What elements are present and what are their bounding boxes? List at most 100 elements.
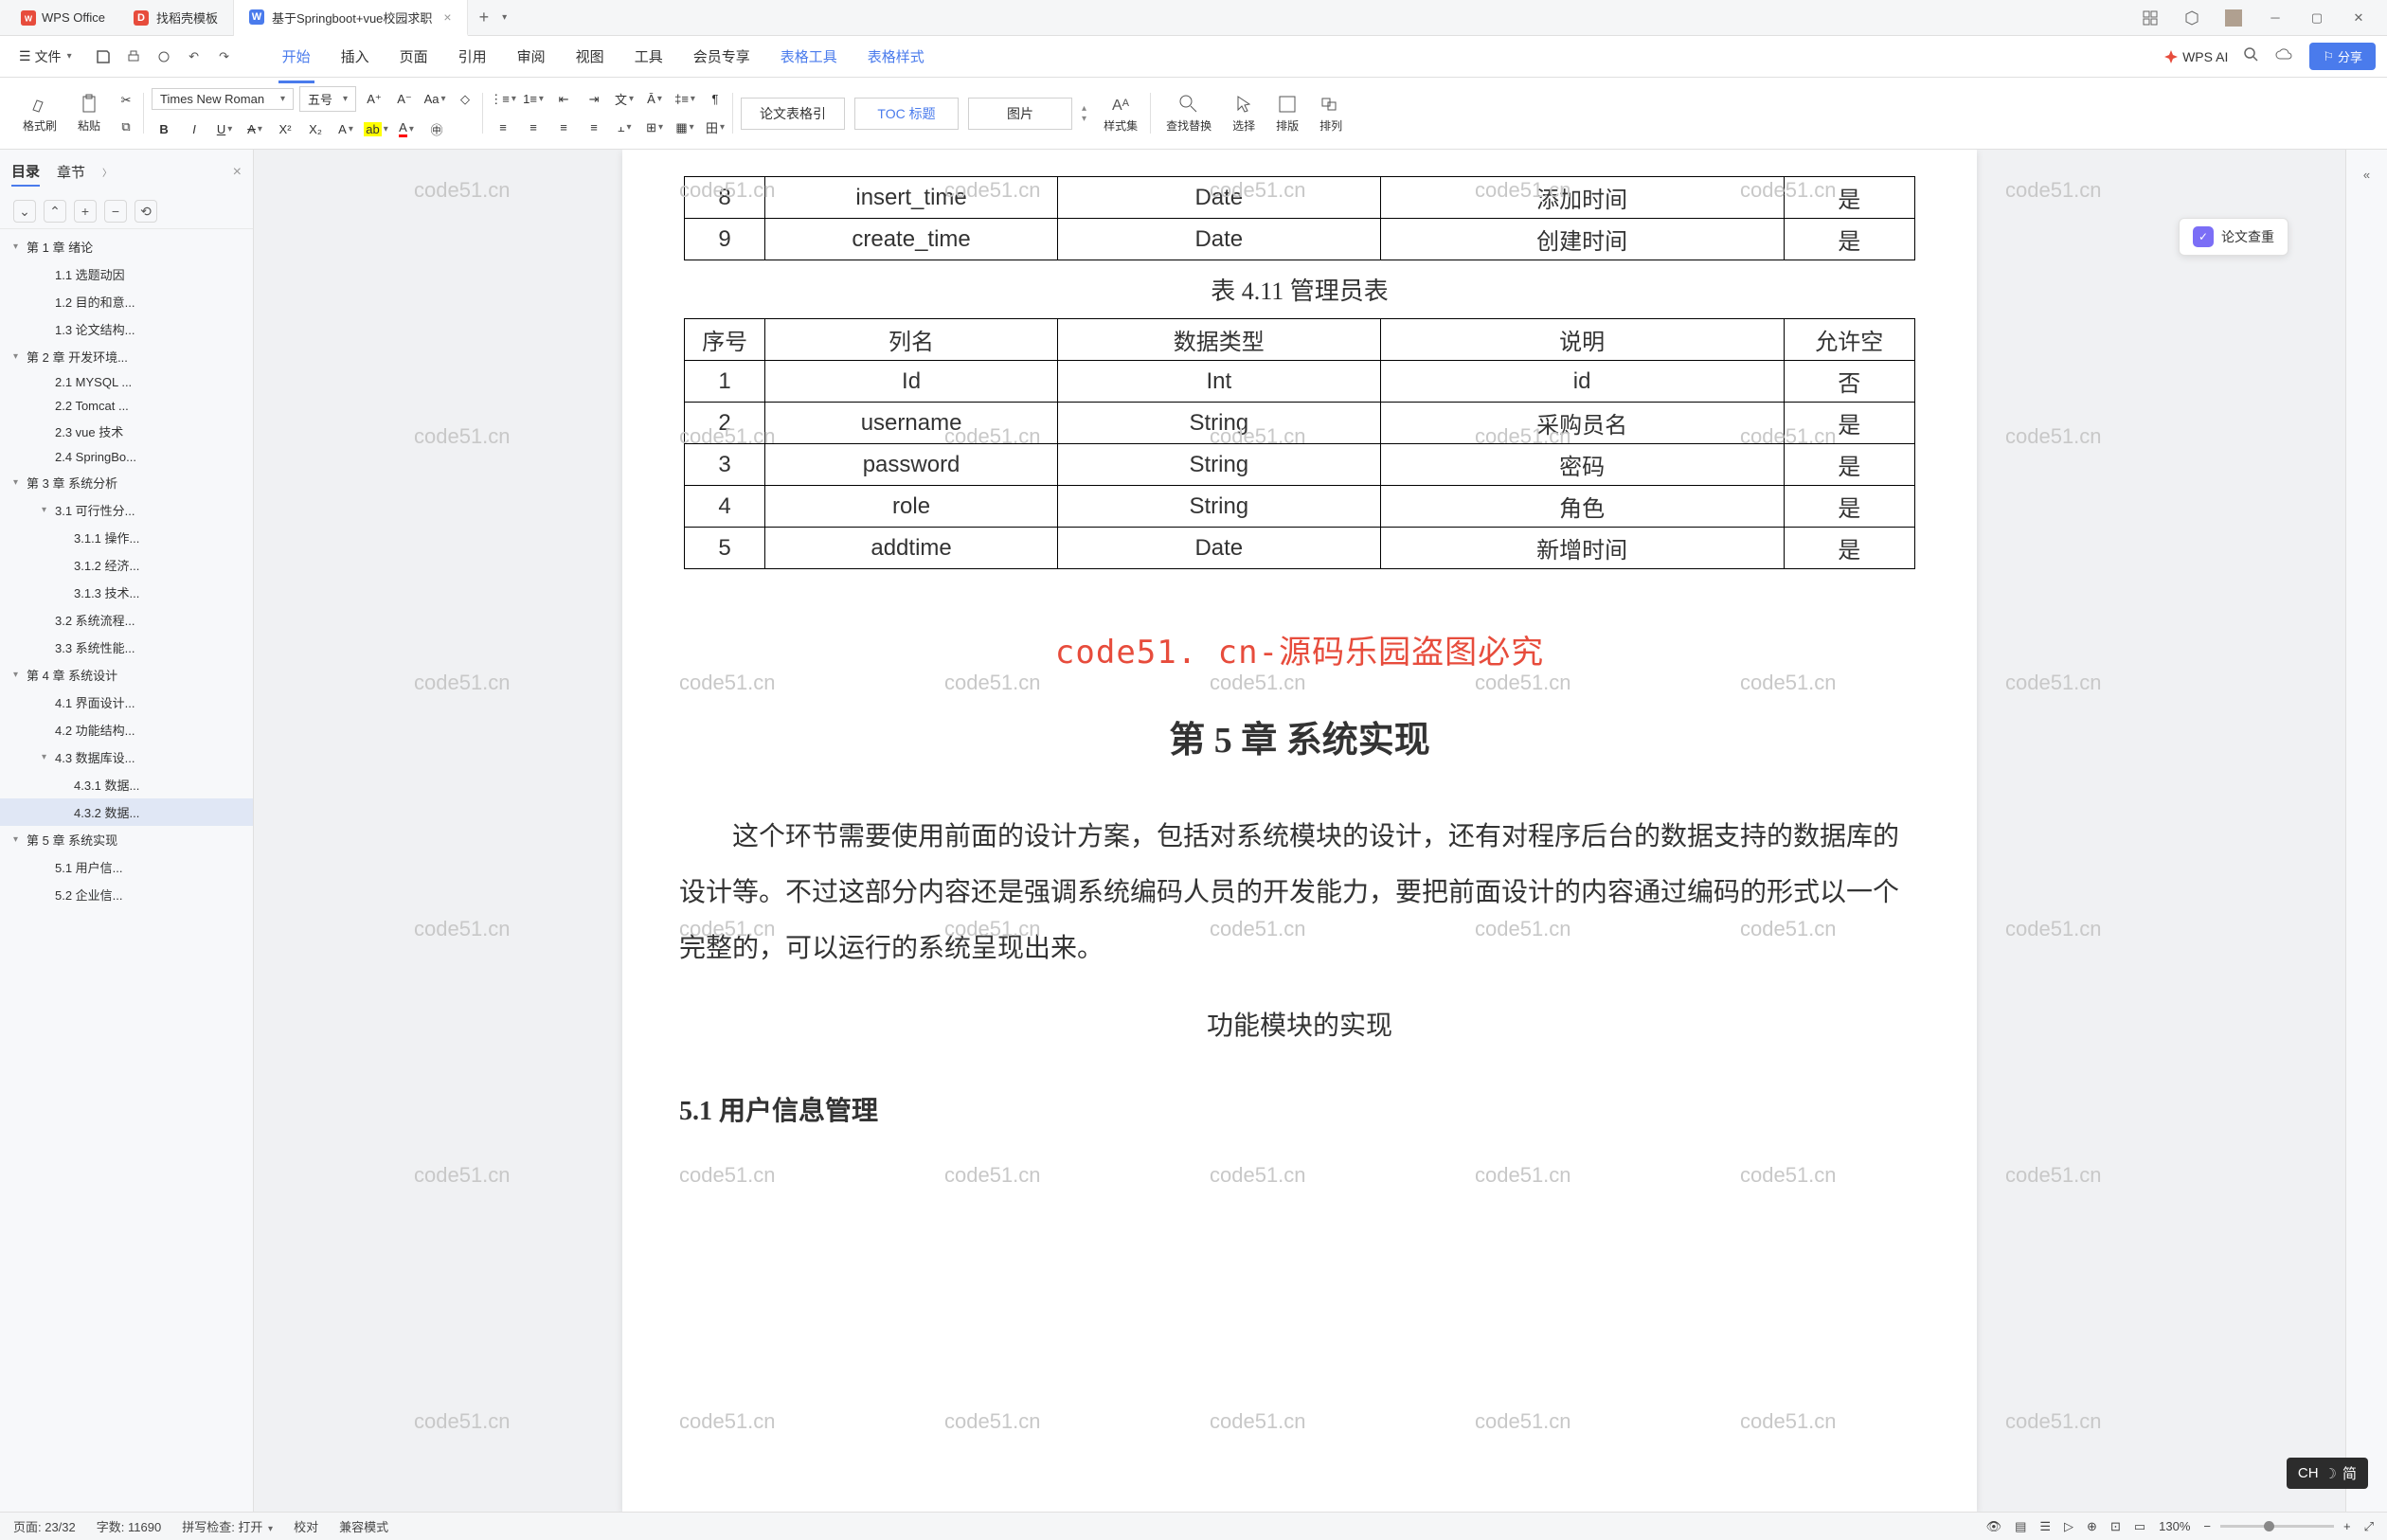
- view-outline-icon[interactable]: ☰: [2039, 1519, 2051, 1534]
- close-window-icon[interactable]: ✕: [2347, 7, 2370, 29]
- cube-icon[interactable]: [2181, 7, 2203, 29]
- ime-indicator[interactable]: CH ☽ 简: [2287, 1458, 2368, 1489]
- borders-icon[interactable]: 田▾: [703, 116, 727, 139]
- paste-button[interactable]: 粘贴: [70, 89, 108, 137]
- sort-icon[interactable]: Ā▾: [642, 88, 667, 111]
- toc-item[interactable]: ▾第 3 章 系统分析: [0, 469, 253, 496]
- font-size-select[interactable]: 五号▾: [299, 86, 356, 112]
- copy-icon[interactable]: ⧉: [114, 116, 138, 138]
- cut-icon[interactable]: ✂: [114, 89, 138, 112]
- toc-item[interactable]: 2.3 vue 技术: [0, 418, 253, 445]
- numbering-icon[interactable]: 1≡▾: [521, 88, 546, 111]
- print-icon[interactable]: [123, 46, 144, 67]
- zoom-value[interactable]: 130%: [2159, 1519, 2190, 1533]
- app-logo[interactable]: W WPS Office: [8, 10, 118, 26]
- toc-item[interactable]: 2.1 MYSQL ...: [0, 370, 253, 394]
- align-center-icon[interactable]: ≡: [521, 116, 546, 139]
- sync-icon[interactable]: ⟲: [135, 200, 157, 223]
- sidebar-tab-toc[interactable]: 目录: [11, 157, 40, 187]
- toc-item[interactable]: 2.2 Tomcat ...: [0, 394, 253, 418]
- menu-member[interactable]: 会员专享: [678, 39, 765, 74]
- view-print-icon[interactable]: ⊡: [2110, 1519, 2121, 1534]
- tab-more-icon[interactable]: ▾: [502, 12, 507, 23]
- style-toc-heading[interactable]: TOC 标题: [854, 98, 959, 130]
- increase-font-icon[interactable]: A⁺: [362, 88, 386, 111]
- style-down-icon[interactable]: ▾: [1082, 114, 1086, 124]
- slider-thumb[interactable]: [2264, 1521, 2274, 1531]
- eye-icon[interactable]: 👁: [1986, 1519, 2002, 1534]
- menu-review[interactable]: 审阅: [502, 39, 561, 74]
- align-justify-icon[interactable]: ≡: [582, 116, 606, 139]
- zoom-out-icon[interactable]: −: [2203, 1519, 2211, 1533]
- toc-item[interactable]: 1.2 目的和意...: [0, 288, 253, 315]
- status-page[interactable]: 页面: 23/32: [13, 1517, 76, 1535]
- file-menu[interactable]: ☰ 文件 ▾: [11, 44, 80, 70]
- rail-collapse-icon[interactable]: «: [2354, 161, 2380, 188]
- sidebar-close-icon[interactable]: ×: [233, 164, 242, 181]
- text-direction-icon[interactable]: 文▾: [612, 88, 637, 111]
- highlight-icon[interactable]: ab▾: [364, 117, 388, 140]
- close-icon[interactable]: ×: [443, 9, 451, 25]
- sidebar-tab-chapter[interactable]: 章节: [57, 158, 85, 186]
- text-effects-icon[interactable]: A▾: [333, 117, 358, 140]
- menu-tools[interactable]: 工具: [619, 39, 678, 74]
- show-marks-icon[interactable]: ¶: [703, 88, 727, 111]
- wps-ai-button[interactable]: WPS AI: [2163, 49, 2228, 64]
- add-icon[interactable]: +: [74, 200, 97, 223]
- toc-item[interactable]: 3.1.2 经济...: [0, 551, 253, 579]
- decrease-font-icon[interactable]: A⁻: [392, 88, 417, 111]
- apps-icon[interactable]: [2139, 7, 2162, 29]
- toc-item[interactable]: 4.3.1 数据...: [0, 771, 253, 798]
- toc-item[interactable]: ▾第 4 章 系统设计: [0, 661, 253, 689]
- toc-item[interactable]: 4.1 界面设计...: [0, 689, 253, 716]
- distribute-icon[interactable]: ⫠▾: [612, 116, 637, 139]
- find-replace-button[interactable]: 查找替换: [1158, 89, 1219, 137]
- toc-item[interactable]: ▾第 2 章 开发环境...: [0, 343, 253, 370]
- select-button[interactable]: 选择: [1225, 89, 1263, 137]
- toc-item[interactable]: ▾4.3 数据库设...: [0, 743, 253, 771]
- menu-start[interactable]: 开始: [267, 39, 326, 74]
- line-spacing-icon[interactable]: ‡≡▾: [673, 88, 697, 111]
- tab-document[interactable]: W 基于Springboot+vue校园求职 ×: [234, 0, 468, 36]
- style-image[interactable]: 图片: [968, 98, 1072, 130]
- underline-icon[interactable]: U▾: [212, 117, 237, 140]
- clear-format-icon[interactable]: ◇: [453, 88, 477, 111]
- view-page-icon[interactable]: ▤: [2015, 1519, 2026, 1534]
- toc-item[interactable]: 3.1.3 技术...: [0, 579, 253, 606]
- expand-icon[interactable]: ⌃: [44, 200, 66, 223]
- toc-item[interactable]: 2.4 SpringBo...: [0, 445, 253, 469]
- collapse-icon[interactable]: ⌄: [13, 200, 36, 223]
- strike-icon[interactable]: A▾: [242, 117, 267, 140]
- indent-icon[interactable]: ⇥: [582, 88, 606, 111]
- toc-item[interactable]: 3.2 系统流程...: [0, 606, 253, 634]
- status-compat[interactable]: 兼容模式: [339, 1517, 388, 1535]
- toc-item[interactable]: 3.3 系统性能...: [0, 634, 253, 661]
- toc-item[interactable]: 4.2 功能结构...: [0, 716, 253, 743]
- style-up-icon[interactable]: ▴: [1082, 103, 1086, 114]
- toc-item[interactable]: 1.1 选题动因: [0, 260, 253, 288]
- shading-icon[interactable]: ▦▾: [673, 116, 697, 139]
- outdent-icon[interactable]: ⇤: [551, 88, 576, 111]
- tab-templates[interactable]: D 找稻壳模板: [118, 0, 234, 36]
- slider-track[interactable]: [2220, 1525, 2334, 1528]
- preview-icon[interactable]: [153, 46, 174, 67]
- menu-table-tools[interactable]: 表格工具: [765, 39, 852, 74]
- new-tab-button[interactable]: +: [468, 8, 501, 27]
- toc-item[interactable]: ▾第 5 章 系统实现: [0, 826, 253, 853]
- font-color-icon[interactable]: A▾: [394, 117, 419, 140]
- style-thesis-table[interactable]: 论文表格引: [741, 98, 845, 130]
- style-set-button[interactable]: Aᴬ 样式集: [1096, 89, 1145, 137]
- share-button[interactable]: ⚐ 分享: [2309, 43, 2376, 70]
- menu-page[interactable]: 页面: [385, 39, 443, 74]
- align-left-icon[interactable]: ≡: [491, 116, 515, 139]
- tab-stops-icon[interactable]: ⊞▾: [642, 116, 667, 139]
- subscript-icon[interactable]: X₂: [303, 117, 328, 140]
- zoom-slider[interactable]: − +: [2203, 1519, 2350, 1533]
- toc-item[interactable]: ▾第 1 章 绪论: [0, 233, 253, 260]
- status-spellcheck[interactable]: 拼写检查: 打开 ▾: [182, 1517, 273, 1535]
- menu-reference[interactable]: 引用: [443, 39, 502, 74]
- layout-button[interactable]: 排版: [1268, 89, 1306, 137]
- toc-item[interactable]: 4.3.2 数据...: [0, 798, 253, 826]
- bold-icon[interactable]: B: [152, 117, 176, 140]
- toc-item[interactable]: 3.1.1 操作...: [0, 524, 253, 551]
